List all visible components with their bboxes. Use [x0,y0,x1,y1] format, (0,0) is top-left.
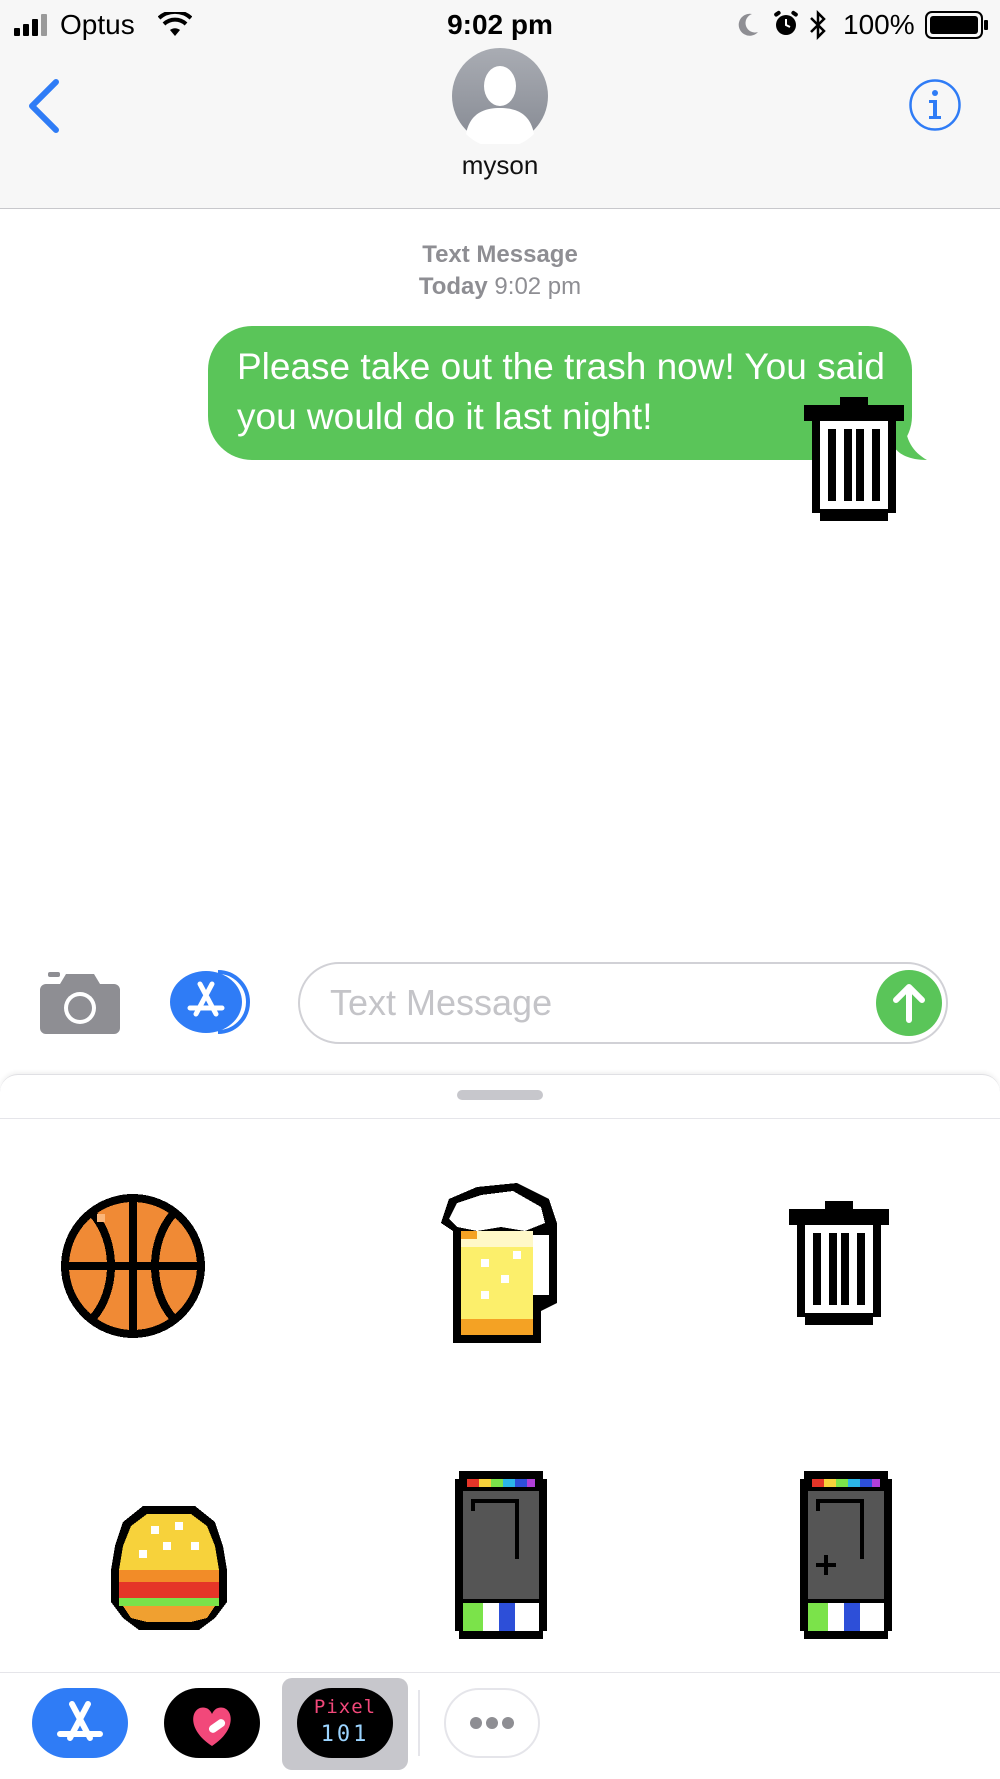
dock-divider [418,1690,420,1756]
phone-plus-sticker[interactable] [800,1470,892,1645]
moon-icon [736,12,760,43]
beer-mug-sticker[interactable] [437,1182,573,1349]
app-store-drawer-icon[interactable] [170,970,254,1039]
contact-avatar[interactable] [452,48,548,149]
message-timestamp: Today 9:02 pm [0,273,1000,301]
pixel-label-top: Pixel [313,1696,377,1718]
drawer-grabber-handle[interactable] [457,1090,543,1100]
trash-can-sticker-placed[interactable] [804,396,904,527]
basketball-sticker[interactable] [57,1190,209,1347]
pixel-label-bottom: 101 [320,1722,370,1747]
message-input-placeholder: Text Message [330,982,553,1023]
service-label: Text Message [422,241,578,268]
drawer-divider [0,1118,1000,1119]
battery-percent: 100% [843,9,915,40]
alarm-icon [772,10,800,43]
back-chevron-icon[interactable] [24,78,64,139]
message-text: Please take out the trash now! You said … [237,346,885,437]
dock-pixel-101-icon[interactable]: Pixel 101 [297,1688,393,1758]
phone-sticker[interactable] [455,1470,547,1645]
battery-icon [925,11,989,44]
dock-more-apps-button[interactable] [444,1688,540,1758]
contact-name[interactable]: myson [0,150,1000,181]
dock-app-store-icon[interactable] [32,1688,128,1758]
bluetooth-icon [808,9,828,45]
hamburger-sticker[interactable] [110,1506,228,1635]
timestamp-time: 9:02 pm [494,273,582,300]
camera-icon[interactable] [40,972,120,1039]
info-icon[interactable] [908,78,962,137]
dock-heart-stickers-icon[interactable] [164,1688,260,1758]
timestamp-day: Today [418,273,488,300]
send-arrow-icon[interactable] [876,970,942,1041]
trash-can-sticker[interactable] [789,1200,889,1331]
